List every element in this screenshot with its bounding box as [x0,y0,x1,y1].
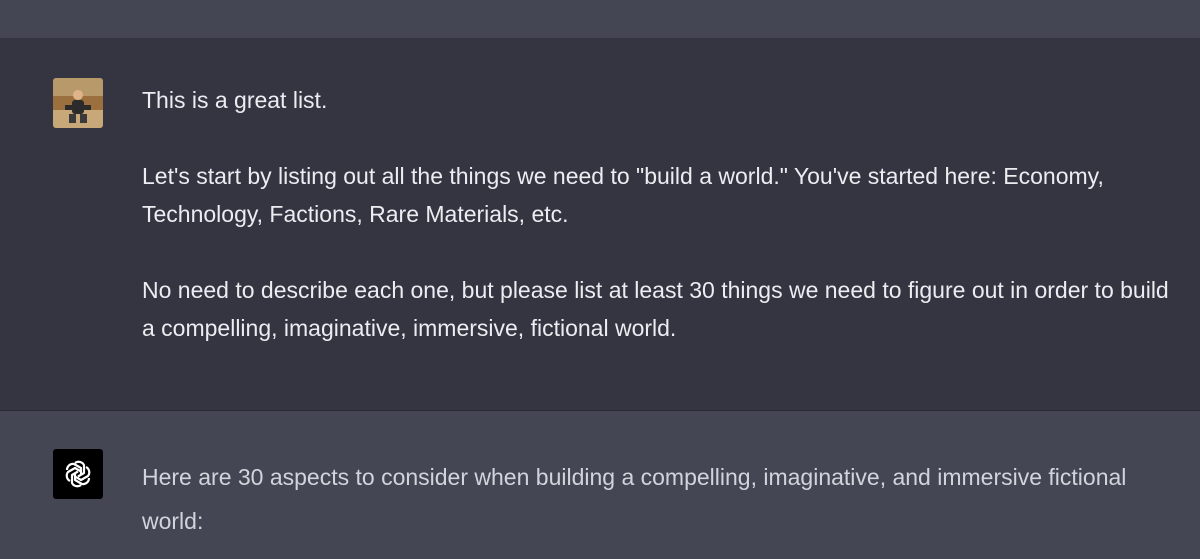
user-paragraph-3: No need to describe each one, but please… [142,277,1169,341]
assistant-message-block: Here are 30 aspects to consider when bui… [0,411,1200,559]
assistant-paragraph: Here are 30 aspects to consider when bui… [142,464,1127,534]
user-paragraph-2: Let's start by listing out all the thing… [142,163,1104,227]
user-paragraph-1: This is a great list. [142,87,328,113]
openai-logo-icon [65,460,91,488]
assistant-message-text: Here are 30 aspects to consider when bui… [142,455,1182,543]
user-message-text: This is a great list. Let's start by lis… [142,81,1182,347]
previous-message-strip [0,0,1200,38]
user-avatar [53,78,103,128]
user-message-block: This is a great list. Let's start by lis… [0,38,1200,411]
assistant-avatar [53,449,103,499]
